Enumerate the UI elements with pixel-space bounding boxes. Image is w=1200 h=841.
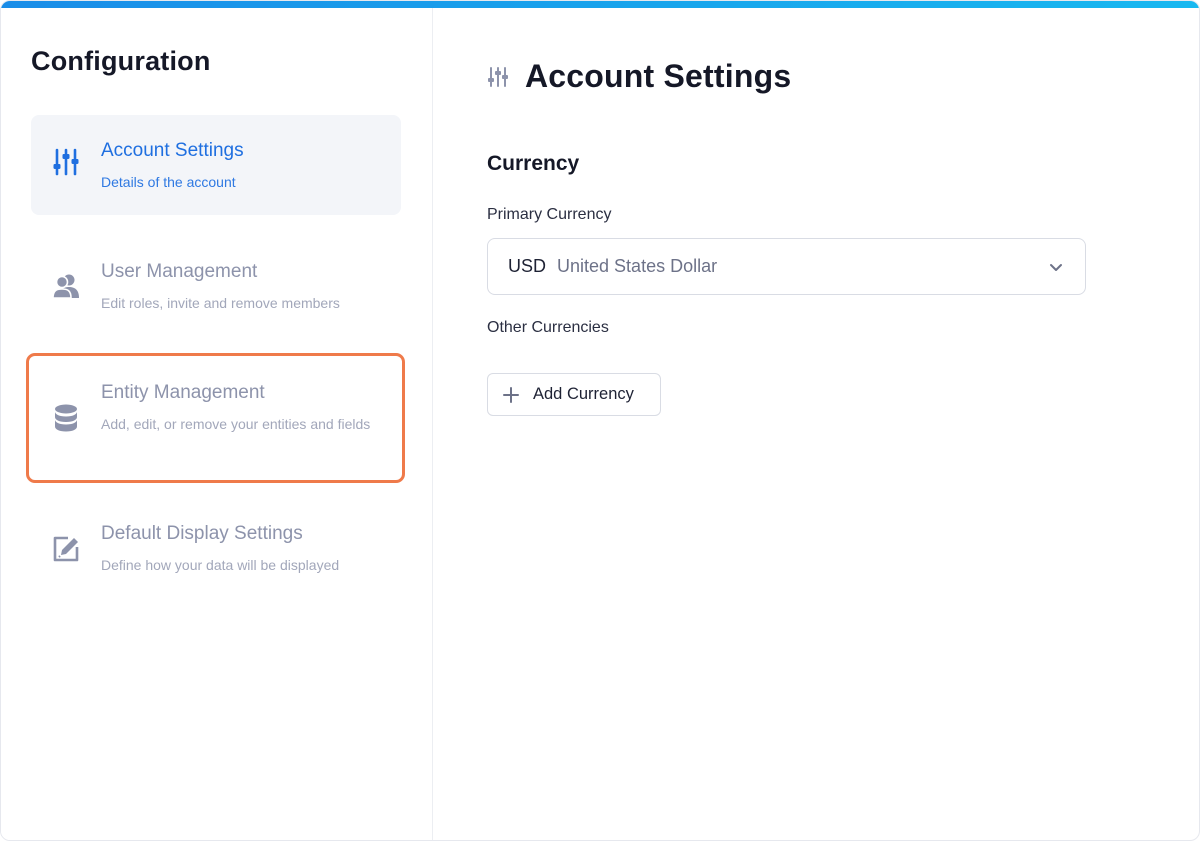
sidebar-item-user-management[interactable]: User Management Edit roles, invite and r… [31, 243, 401, 333]
section-title-currency: Currency [487, 152, 580, 175]
other-currencies-label: Other Currencies [487, 319, 609, 336]
page-title: Account Settings [525, 58, 792, 94]
page-header: Account Settings [487, 58, 791, 95]
sidebar-item-description: Define how your data will be displayed [101, 557, 340, 573]
currency-code: USD [508, 256, 547, 276]
edit-square-icon [51, 534, 81, 564]
sidebar: Configuration Account Settings Details o… [1, 8, 433, 840]
sidebar-item-description: Add, edit, or remove your entities and f… [101, 416, 371, 432]
sidebar-item-account-settings[interactable]: Account Settings Details of the account [31, 115, 401, 215]
users-icon [51, 271, 81, 301]
primary-currency-label: Primary Currency [487, 206, 612, 223]
database-icon [51, 403, 81, 433]
sliders-icon [51, 147, 81, 177]
sidebar-item-description: Details of the account [101, 174, 236, 190]
sidebar-item-default-display-settings[interactable]: Default Display Settings Define how your… [31, 505, 401, 595]
sidebar-item-label: Entity Management [101, 382, 265, 403]
primary-currency-select[interactable]: USD United States Dollar [487, 238, 1086, 295]
sliders-icon [487, 66, 509, 88]
top-accent-bar [1, 1, 1199, 8]
sidebar-item-label: Default Display Settings [101, 523, 303, 544]
chevron-down-icon [1047, 258, 1065, 276]
app-window: Configuration Account Settings Details o… [0, 0, 1200, 841]
sidebar-item-entity-management[interactable]: Entity Management Add, edit, or remove y… [26, 353, 405, 483]
sidebar-title: Configuration [31, 46, 211, 76]
sidebar-item-label: Account Settings [101, 140, 244, 161]
plus-icon [502, 386, 520, 404]
add-currency-button[interactable]: Add Currency [487, 373, 661, 416]
main-panel: Account Settings Currency Primary Curren… [433, 8, 1199, 840]
add-currency-label: Add Currency [533, 385, 634, 403]
currency-name: United States Dollar [557, 256, 718, 276]
sidebar-item-description: Edit roles, invite and remove members [101, 295, 340, 311]
sidebar-item-label: User Management [101, 261, 258, 282]
